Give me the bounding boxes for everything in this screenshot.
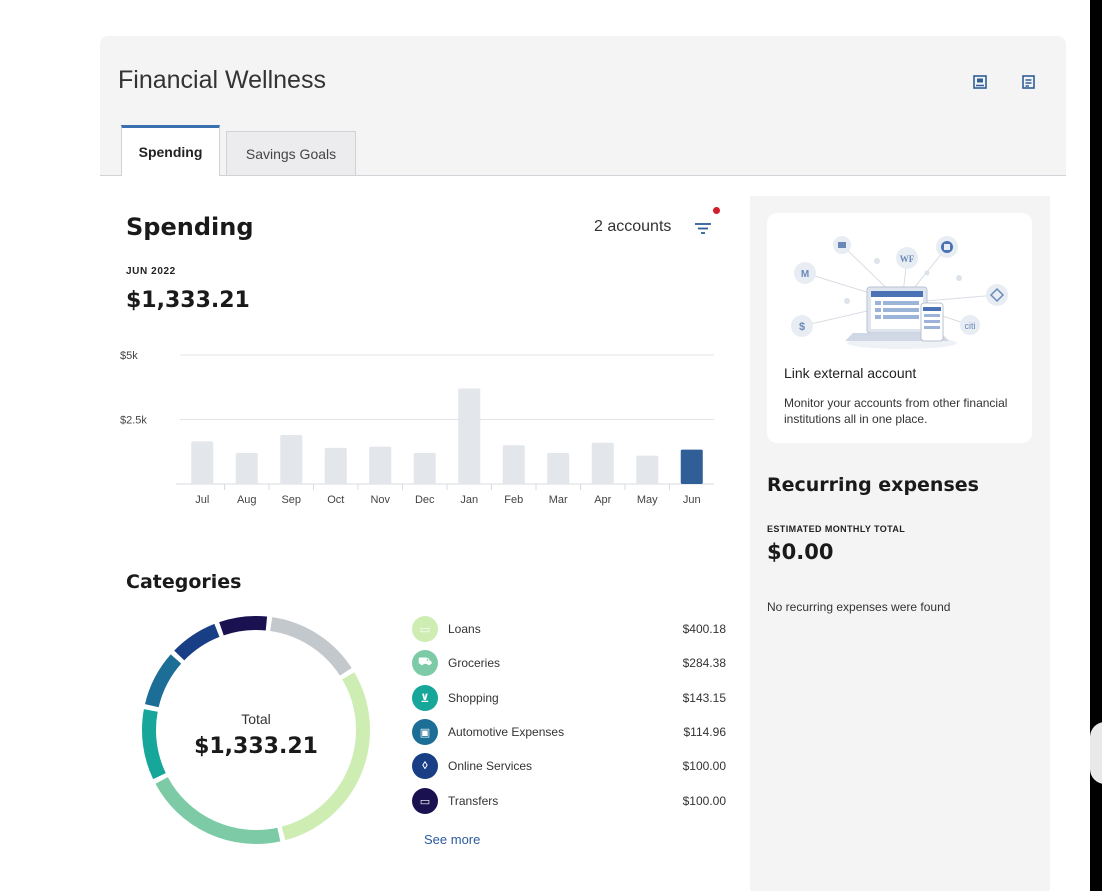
link-account-title[interactable]: Link external account (784, 365, 916, 381)
category-amount: $100.00 (682, 759, 726, 773)
svg-text:$: $ (799, 321, 805, 333)
chart-ytick-label: $5k (120, 350, 138, 362)
categories-title: Categories (126, 571, 242, 593)
scroll-handle[interactable] (1090, 722, 1102, 784)
category-name: Shopping (448, 691, 499, 705)
category-amount: $284.38 (682, 656, 726, 670)
donut-total-label: Total (241, 711, 271, 727)
chart-xtick-label: Jun (683, 494, 701, 506)
chart-xtick-label: Aug (237, 494, 257, 506)
chart-bar-feb[interactable] (502, 445, 525, 484)
accounts-filter-label[interactable]: 2 accounts (594, 218, 671, 236)
chart-xtick-label: Dec (415, 494, 435, 506)
chart-bar-dec[interactable] (413, 453, 436, 484)
tab-spending[interactable]: Spending (121, 125, 220, 176)
categories-donut-chart (142, 616, 370, 844)
recurring-expenses-title: Recurring expenses (767, 474, 979, 496)
donut-segment-online-services[interactable] (174, 623, 220, 661)
donut-segment-transfers[interactable] (219, 616, 268, 636)
recurring-subtitle: ESTIMATED MONTHLY TOTAL (767, 524, 906, 534)
recurring-empty-message: No recurring expenses were found (767, 600, 951, 614)
category-name: Online Services (448, 759, 533, 773)
chart-xtick-label: Mar (549, 494, 568, 506)
svg-text:M: M (801, 269, 809, 280)
chart-bar-nov[interactable] (369, 446, 392, 484)
category-row-shopping[interactable]: ⊻ Shopping $143.15 (412, 685, 726, 711)
chart-bar-sep[interactable] (280, 434, 303, 484)
chart-xtick-label: Apr (594, 494, 611, 506)
tab-savings-goals[interactable]: Savings Goals (226, 131, 356, 175)
filter-icon[interactable] (694, 220, 712, 236)
pop-out-icon[interactable] (972, 74, 988, 90)
chart-bar-may[interactable] (636, 455, 659, 484)
chart-xtick-label: Nov (370, 494, 390, 506)
card-title: Financial Wellness (118, 66, 326, 94)
svg-text:citi: citi (965, 321, 976, 331)
spending-title: Spending (126, 213, 254, 241)
chart-bar-mar[interactable] (547, 453, 570, 484)
chart-xtick-label: May (637, 494, 658, 506)
chart-bar-jan[interactable] (458, 388, 481, 484)
chart-xtick-label: Oct (327, 494, 344, 506)
svg-text:WF: WF (900, 254, 915, 264)
category-amount: $100.00 (682, 794, 726, 808)
loans-icon: ▭ (412, 616, 438, 642)
category-row-online-services[interactable]: ◊ Online Services $100.00 (412, 753, 726, 779)
linked-accounts-illustration-icon: M WF citi $ (791, 236, 1008, 349)
transfer-icon: ▭ (412, 788, 438, 814)
notification-dot (713, 207, 720, 214)
chart-xtick-label: Feb (504, 494, 523, 506)
category-row-transfers[interactable]: ▭ Transfers $100.00 (412, 788, 726, 814)
recurring-total: $0.00 (767, 540, 834, 564)
chart-xtick-label: Jul (195, 494, 209, 506)
category-name: Loans (448, 622, 481, 636)
chart-bar-aug[interactable] (235, 453, 258, 484)
category-row-automotive-expenses[interactable]: ▣ Automotive Expenses $114.96 (412, 719, 726, 745)
category-row-groceries[interactable]: ⛟ Groceries $284.38 (412, 650, 726, 676)
chart-xtick-label: Jan (460, 494, 478, 506)
category-name: Automotive Expenses (448, 725, 565, 739)
spending-period: JUN 2022 (126, 266, 176, 277)
notes-icon[interactable] (1020, 74, 1036, 90)
chart-bar-jul[interactable] (191, 441, 214, 484)
chart-bar-jun[interactable] (680, 449, 703, 484)
spending-total: $1,333.21 (126, 288, 250, 313)
car-icon: ▣ (412, 719, 438, 745)
donut-segment-other[interactable] (270, 617, 352, 676)
groceries-icon: ⛟ (412, 650, 438, 676)
see-more-link[interactable]: See more (424, 832, 480, 847)
category-name: Groceries (448, 656, 501, 670)
plug-icon: ◊ (412, 753, 438, 779)
donut-segment-automotive-expenses[interactable] (144, 654, 182, 708)
chart-bar-oct[interactable] (324, 447, 347, 484)
category-row-loans[interactable]: ▭ Loans $400.18 (412, 616, 726, 642)
category-amount: $400.18 (682, 622, 726, 636)
chart-bar-apr[interactable] (591, 442, 614, 484)
card-header: Financial Wellness Spending Savings Goal… (100, 36, 1066, 176)
category-amount: $143.15 (682, 691, 726, 705)
donut-segment-groceries[interactable] (155, 777, 281, 844)
category-name: Transfers (448, 794, 499, 808)
chart-xtick-label: Sep (281, 494, 301, 506)
chart-ytick-label: $2.5k (120, 415, 147, 427)
monthly-spending-chart: $5k $2.5k Jul Aug Sep Oct Nov Dec Jan Feb Mar Apr Ma… (120, 350, 714, 506)
shopping-cart-icon: ⊻ (412, 685, 438, 711)
category-amount: $114.96 (683, 725, 727, 739)
donut-total-value: $1,333.21 (194, 734, 318, 759)
link-account-description: Monitor your accounts from other financi… (784, 396, 1008, 426)
